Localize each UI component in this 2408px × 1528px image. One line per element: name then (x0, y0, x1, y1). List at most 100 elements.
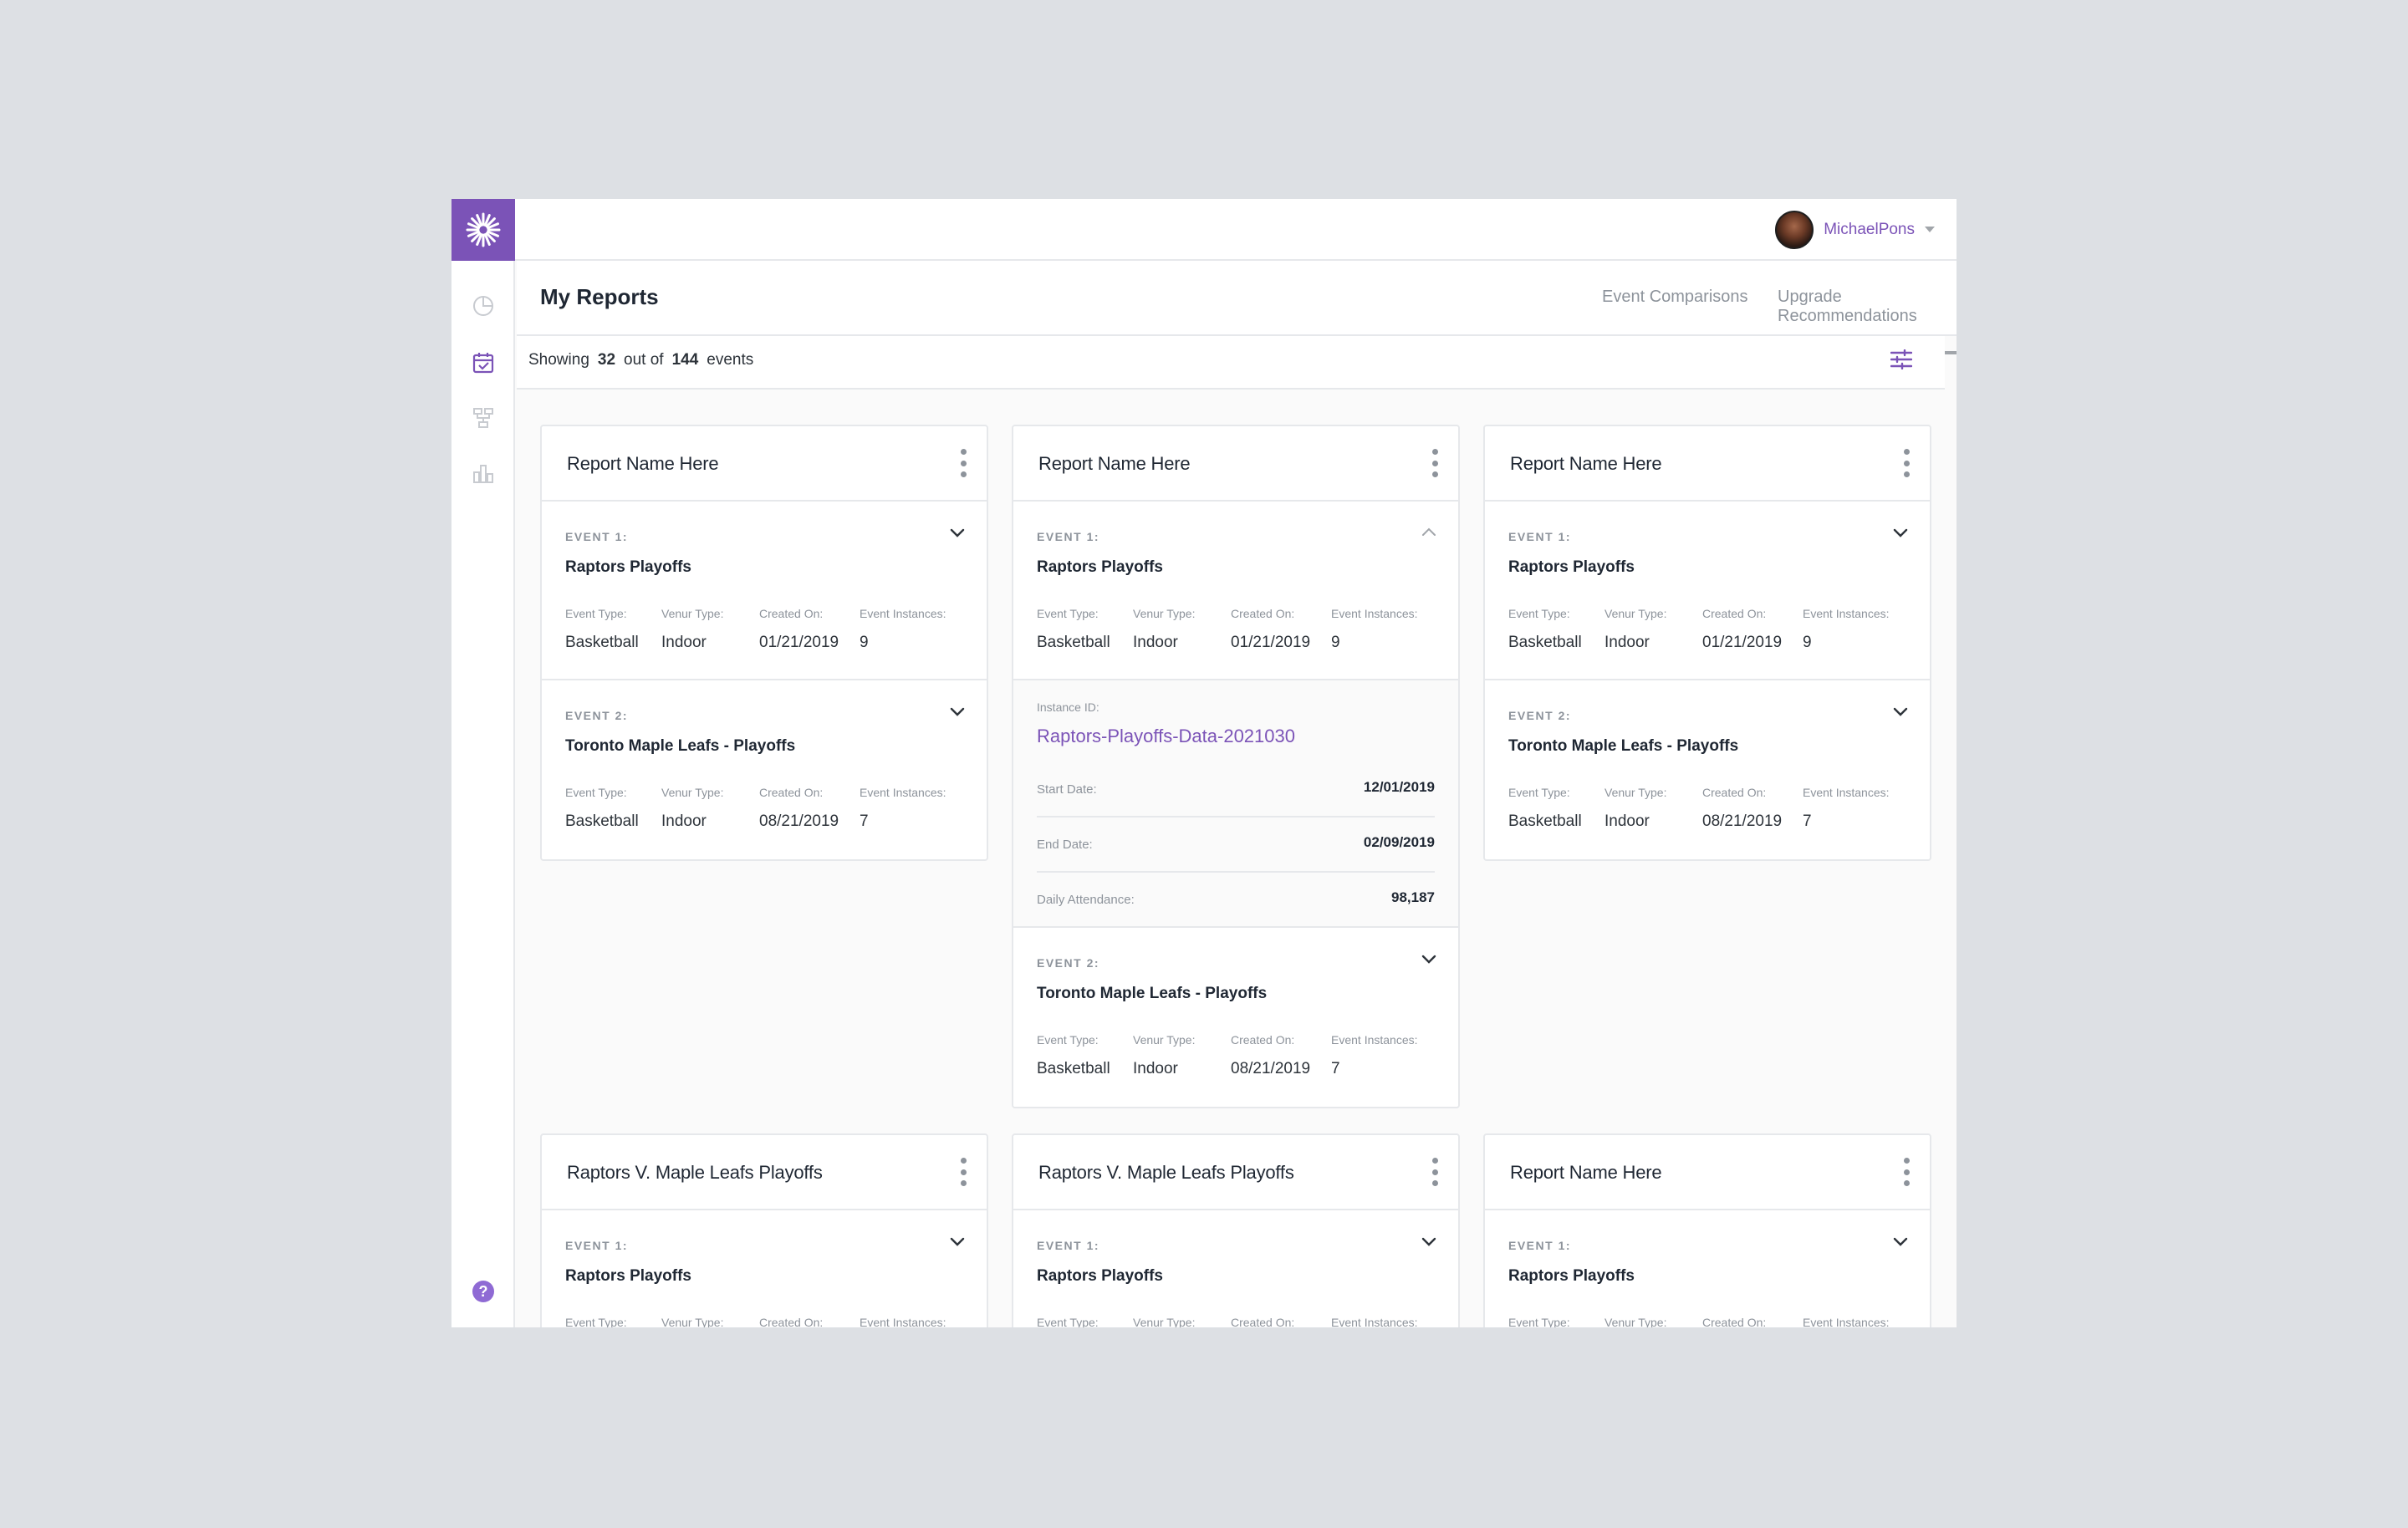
detail-row-start-date: Start Date: 12/01/2019 (1037, 762, 1435, 817)
card-header: Raptors V. Maple Leafs Playoffs (542, 1135, 987, 1210)
chevron-down-icon[interactable] (1420, 950, 1438, 968)
help-icon[interactable]: ? (472, 1281, 494, 1302)
field-event-type: Event Type: Basketball (1037, 607, 1110, 651)
instance-id-link[interactable]: Raptors-Playoffs-Data-2021030 (1037, 726, 1295, 747)
field-venue-type: Venur Type: Indoor (1604, 786, 1667, 830)
field-created-on: Created On: (1231, 1316, 1295, 1327)
field-created-on: Created On: (759, 1316, 824, 1327)
field-event-type: Event Type: (1037, 1316, 1099, 1327)
detail-row-daily-attendance: Daily Attendance: 98,187 (1037, 889, 1435, 907)
event-name: Raptors Playoffs (1508, 1267, 1635, 1285)
field-event-instances: Event Instances: 7 (1803, 786, 1890, 830)
card-header: Report Name Here (1485, 426, 1930, 502)
page-title: My Reports (540, 284, 659, 309)
bar-chart-icon[interactable] (472, 461, 495, 485)
pie-chart-icon[interactable] (472, 294, 495, 318)
report-title[interactable]: Report Name Here (567, 453, 719, 475)
report-title[interactable]: Raptors V. Maple Leafs Playoffs (567, 1162, 823, 1184)
chevron-down-icon[interactable] (1891, 523, 1910, 542)
field-event-instances: Event Instances: (860, 1316, 946, 1327)
report-title[interactable]: Raptors V. Maple Leafs Playoffs (1038, 1162, 1294, 1184)
report-card: Report Name Here EVENT 1: Raptors Playof… (1012, 425, 1460, 1108)
field-event-type: Event Type: Basketball (565, 607, 639, 651)
field-event-instances: Event Instances: 9 (1803, 607, 1890, 651)
filter-sliders-icon (1890, 349, 1912, 369)
results-summary: Showing 32 out of 144 events (528, 351, 753, 369)
event-section[interactable]: EVENT 1: Raptors Playoffs Event Type: Ve… (542, 1210, 987, 1327)
event-section[interactable]: EVENT 1: Raptors Playoffs Event Type: Bas… (1013, 502, 1458, 680)
card-header: Raptors V. Maple Leafs Playoffs (1013, 1135, 1458, 1210)
tab-event-comparisons[interactable]: Event Comparisons (1602, 288, 1748, 332)
report-title[interactable]: Report Name Here (1510, 453, 1662, 475)
field-event-type: Event Type: Basketball (1508, 607, 1582, 651)
chevron-up-icon[interactable] (1420, 523, 1438, 542)
event-section[interactable]: EVENT 1: Raptors Playoffs Event Type: Ve… (1013, 1210, 1458, 1327)
user-menu[interactable]: MichaelPons (1775, 211, 1935, 249)
hierarchy-icon[interactable] (472, 406, 495, 430)
report-card: Raptors V. Maple Leafs Playoffs EVENT 1:… (1012, 1133, 1460, 1327)
chevron-down-icon[interactable] (948, 1232, 967, 1250)
field-venue-type: Venur Type: (1604, 1316, 1667, 1327)
kebab-icon[interactable] (1430, 449, 1440, 477)
field-venue-type: Venur Type: Indoor (1133, 607, 1196, 651)
detail-row-end-date: End Date: 02/09/2019 (1037, 817, 1435, 873)
chevron-down-icon[interactable] (948, 523, 967, 542)
event-label: EVENT 1: (565, 530, 629, 543)
report-card: Report Name Here EVENT 1: Raptors Playof… (1483, 425, 1931, 861)
event-name: Toronto Maple Leafs - Playoffs (1037, 985, 1268, 1002)
event-section[interactable]: EVENT 1: Raptors Playoffs Event Type: Ve… (1485, 1210, 1930, 1327)
event-section[interactable]: EVENT 2: Toronto Maple Leafs - Playoffs … (1013, 928, 1458, 1107)
event-name: Raptors Playoffs (565, 558, 691, 576)
field-venue-type: Venur Type: Indoor (1133, 1033, 1196, 1077)
card-header: Report Name Here (1485, 1135, 1930, 1210)
field-venue-type: Venur Type: (661, 1316, 724, 1327)
field-venue-type: Venur Type: Indoor (1604, 607, 1667, 651)
kebab-icon[interactable] (1430, 1158, 1440, 1186)
event-section[interactable]: EVENT 2: Toronto Maple Leafs - Playoffs … (542, 680, 987, 859)
user-name[interactable]: MichaelPons (1824, 221, 1915, 239)
card-header: Report Name Here (542, 426, 987, 502)
event-section[interactable]: EVENT 1: Raptors Playoffs Event Type: Bas… (1485, 502, 1930, 680)
event-name: Raptors Playoffs (1508, 558, 1635, 576)
kebab-icon[interactable] (958, 1158, 968, 1186)
kebab-icon[interactable] (1901, 449, 1911, 477)
chevron-down-icon[interactable] (1891, 702, 1910, 721)
kebab-icon[interactable] (958, 449, 968, 477)
event-name: Raptors Playoffs (1037, 558, 1163, 576)
field-venue-type: Venur Type: (1133, 1316, 1196, 1327)
kebab-icon[interactable] (1901, 1158, 1911, 1186)
event-label: EVENT 1: (1508, 1239, 1572, 1252)
calendar-check-icon[interactable] (472, 351, 495, 374)
field-event-type: Event Type: Basketball (565, 786, 639, 830)
card-header: Report Name Here (1013, 426, 1458, 502)
app-logo[interactable] (452, 199, 515, 261)
chevron-down-icon[interactable] (948, 702, 967, 721)
avatar[interactable] (1775, 211, 1814, 249)
summary-total-count: 144 (671, 351, 699, 369)
filter-button[interactable] (1888, 346, 1915, 373)
field-event-instances: Event Instances: 9 (860, 607, 946, 651)
field-event-type: Event Type: (1508, 1316, 1570, 1327)
caret-down-icon[interactable] (1925, 227, 1935, 233)
event-label: EVENT 2: (565, 709, 629, 722)
event-label: EVENT 1: (565, 1239, 629, 1252)
field-created-on: Created On: 08/21/2019 (1702, 786, 1783, 830)
report-card: Report Name Here EVENT 1: Raptors Playof… (540, 425, 988, 861)
report-card: Report Name Here EVENT 1: Raptors Playof… (1483, 1133, 1931, 1327)
field-created-on: Created On: 01/21/2019 (1702, 607, 1783, 651)
summary-shown-count: 32 (597, 351, 616, 369)
field-venue-type: Venur Type: Indoor (661, 607, 724, 651)
report-title[interactable]: Report Name Here (1038, 453, 1191, 475)
event-section[interactable]: EVENT 2: Toronto Maple Leafs - Playoffs … (1485, 680, 1930, 859)
field-event-instances: Event Instances: (1331, 1316, 1418, 1327)
chevron-down-icon[interactable] (1891, 1232, 1910, 1250)
report-title[interactable]: Report Name Here (1510, 1162, 1662, 1184)
field-event-instances: Event Instances: 7 (860, 786, 946, 830)
instance-detail: Instance ID: Raptors-Playoffs-Data-20210… (1013, 680, 1458, 928)
event-label: EVENT 2: (1508, 709, 1572, 722)
sidebar: ? (452, 261, 515, 1327)
chevron-down-icon[interactable] (1420, 1232, 1438, 1250)
field-created-on: Created On: 08/21/2019 (1231, 1033, 1311, 1077)
field-event-instances: Event Instances: (1803, 1316, 1890, 1327)
event-section[interactable]: EVENT 1: Raptors Playoffs Event Type: Bas… (542, 502, 987, 680)
